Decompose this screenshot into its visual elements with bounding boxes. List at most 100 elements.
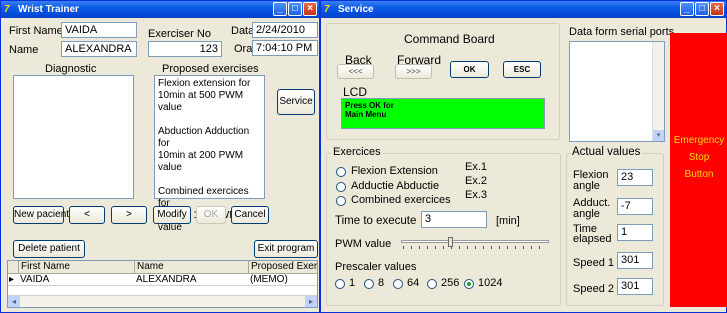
table-row[interactable]: ▸ VAIDA ALEXANDRA (MEMO) (8, 274, 317, 286)
adduct-angle-label-2: angle (573, 208, 600, 220)
pwm-slider-track (401, 240, 549, 243)
emergency-line-2: Stop (688, 152, 710, 163)
speed-1-label: Speed 1 (573, 257, 614, 269)
minimize-icon[interactable]: _ (273, 2, 287, 16)
radio-combined-exercices[interactable] (336, 196, 346, 206)
pwm-slider-thumb[interactable] (448, 237, 453, 247)
prescaler-option-1[interactable]: 1 (349, 277, 355, 289)
serial-scrollbar[interactable]: ▾ (652, 42, 664, 141)
option-flexion-extension[interactable]: Flexion Extension (351, 165, 438, 177)
name-field[interactable]: ALEXANDRA (61, 41, 137, 57)
grid-header-first-name[interactable]: First Name (18, 261, 134, 273)
back-button[interactable]: <<< (337, 64, 374, 79)
exerciser-field[interactable]: 123 (148, 41, 222, 57)
scroll-right-icon[interactable]: ▸ (305, 296, 317, 307)
diagnostic-label: Diagnostic (45, 63, 97, 75)
maximize-icon[interactable]: □ (288, 2, 302, 16)
radio-prescaler-64[interactable] (393, 279, 403, 289)
lcd-label: LCD (343, 85, 368, 99)
pwm-slider-ticks (403, 246, 547, 249)
minimize-icon[interactable]: _ (680, 2, 694, 16)
close-icon[interactable]: × (303, 2, 317, 16)
new-patient-button[interactable]: New pacient (13, 206, 69, 224)
modify-button[interactable]: Modify (153, 206, 191, 224)
proposed-line: Abduction Adduction for (158, 126, 250, 149)
time-elapsed-label-2: elapsed (573, 233, 612, 245)
wrist-trainer-titlebar[interactable]: 7 Wrist Trainer _ □ × (1, 1, 319, 18)
maximize-icon[interactable]: □ (695, 2, 709, 16)
serial-label: Data form serial ports (569, 26, 675, 38)
grid-horizontal-scrollbar[interactable]: ◂ ▸ (8, 295, 317, 307)
wrist-trainer-window: 7 Wrist Trainer _ □ × First Name VAIDA N… (0, 0, 320, 313)
time-field[interactable]: 7:04:10 PM (252, 40, 318, 56)
emergency-line-1: Emergency (673, 135, 725, 146)
cell-name[interactable]: ALEXANDRA (134, 274, 248, 286)
next-button[interactable]: > (111, 206, 147, 224)
cell-proposed[interactable]: (MEMO) (248, 274, 317, 286)
prescaler-option-8[interactable]: 8 (378, 277, 384, 289)
scroll-left-icon[interactable]: ◂ (8, 296, 20, 307)
emergency-line-3: Button (684, 169, 714, 180)
proposed-exercises-box[interactable]: Flexion extension for 10min at 500 PWM v… (154, 75, 265, 233)
flexion-angle-field[interactable]: 23 (617, 169, 653, 186)
service-button[interactable]: Service (277, 89, 315, 115)
exerciser-label: Exerciser No (148, 28, 211, 40)
speed-1-field[interactable]: 301 (617, 252, 653, 269)
lcd-line: Press OK for (345, 101, 394, 110)
serial-data-box[interactable]: ▾ (569, 41, 665, 142)
prescaler-option-256[interactable]: 256 (441, 277, 459, 289)
radio-adductie-abductie[interactable] (336, 182, 346, 192)
lcd-display: Press OK for Main Menu (341, 98, 545, 129)
date-field[interactable]: 2/24/2010 (252, 22, 318, 38)
prev-button[interactable]: < (69, 206, 105, 224)
cell-first-name[interactable]: VAIDA (18, 274, 134, 286)
radio-prescaler-1024[interactable] (464, 279, 474, 289)
diagnostic-box[interactable] (13, 75, 134, 199)
exercises-group-label: Exercices (331, 146, 383, 158)
speed-2-label: Speed 2 (573, 283, 614, 295)
pwm-slider[interactable] (401, 237, 549, 251)
exercise-code-1: Ex.1 (465, 161, 488, 173)
time-label: Ora (234, 43, 253, 55)
esc-button[interactable]: ESC (503, 61, 541, 78)
close-icon[interactable]: × (710, 2, 724, 16)
radio-flexion-extension[interactable] (336, 167, 346, 177)
option-adductie-abductie[interactable]: Adductie Abductie (351, 180, 439, 192)
date-label: Data (231, 25, 255, 37)
grid-header: First Name Name Proposed Exerci (8, 261, 317, 274)
prescaler-option-1024[interactable]: 1024 (478, 277, 502, 289)
cancel-button[interactable]: Cancel (231, 206, 269, 224)
actual-values-label: Actual values (570, 146, 643, 158)
first-name-field[interactable]: VAIDA (61, 22, 137, 38)
command-board-title: Command Board (404, 32, 495, 46)
radio-prescaler-8[interactable] (364, 279, 374, 289)
grid-header-proposed[interactable]: Proposed Exerci (248, 261, 317, 273)
time-to-execute-field[interactable]: 3 (421, 211, 487, 228)
grid-header-name[interactable]: Name (134, 261, 248, 273)
service-titlebar[interactable]: 7 Service _ □ × (321, 1, 726, 18)
proposed-line: 10min at 500 PWM value (158, 90, 244, 113)
forward-button[interactable]: >>> (395, 64, 432, 79)
option-combined-exercices[interactable]: Combined exercices (351, 194, 451, 206)
scroll-down-icon[interactable]: ▾ (653, 130, 664, 141)
window-title: Service (338, 4, 374, 15)
exit-program-button[interactable]: Exit program (254, 240, 318, 258)
proposed-line (158, 114, 261, 126)
adduct-angle-field[interactable]: -7 (617, 198, 653, 215)
time-elapsed-field[interactable]: 1 (617, 224, 653, 241)
prescaler-option-64[interactable]: 64 (407, 277, 419, 289)
proposed-line (158, 174, 261, 186)
radio-prescaler-256[interactable] (427, 279, 437, 289)
ok-button[interactable]: OK (450, 61, 489, 78)
proposed-label: Proposed exercises (162, 63, 259, 75)
proposed-line: 10min at 200 PWM value (158, 150, 244, 173)
delete-patient-button[interactable]: Delete patient (13, 240, 85, 258)
ok-button[interactable]: OK (196, 206, 226, 224)
name-label: Name (9, 44, 39, 56)
exercise-code-2: Ex.2 (465, 175, 488, 187)
speed-2-field[interactable]: 301 (617, 278, 653, 295)
first-name-label: First Name (9, 25, 63, 37)
patient-grid[interactable]: First Name Name Proposed Exerci ▸ VAIDA … (7, 260, 318, 308)
flexion-angle-label-2: angle (573, 180, 600, 192)
radio-prescaler-1[interactable] (335, 279, 345, 289)
